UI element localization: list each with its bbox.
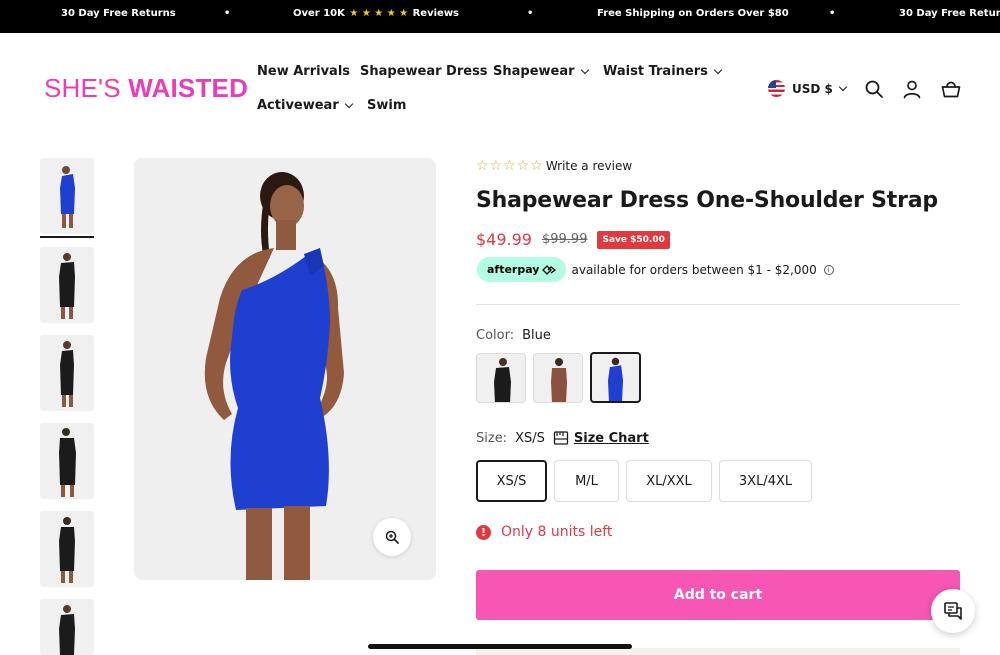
nav-swim[interactable]: Swim — [367, 98, 406, 113]
announcement-reviews: Over 10K ★ ★ ★ ★ ★ Reviews — [293, 0, 459, 27]
nav-label: New Arrivals — [257, 64, 351, 79]
site-logo[interactable]: SHE'S WAISTED — [44, 73, 248, 104]
product-title: Shapewear Dress One-Shoulder Strap — [476, 188, 938, 213]
bottom-banner-edge — [476, 648, 960, 655]
logo-text-bold: WAISTED — [128, 73, 249, 103]
chevron-down-icon — [838, 82, 848, 92]
afterpay-arrows-icon — [542, 264, 557, 275]
nav-shapewear[interactable]: Shapewear — [493, 64, 589, 79]
info-icon[interactable]: i — [823, 264, 834, 275]
nav-label: Activewear — [257, 98, 339, 113]
account-icon[interactable] — [902, 79, 922, 99]
low-stock-notice: ! Only 8 units left — [476, 524, 612, 540]
announcement-separator: • — [829, 8, 836, 19]
sale-price: $49.99 — [476, 230, 532, 249]
cart-icon[interactable] — [941, 79, 961, 99]
color-swatch-brown[interactable] — [533, 353, 583, 403]
empty-star-icon: ☆ — [476, 158, 489, 174]
save-badge: Save $50.00 — [597, 230, 670, 249]
dress-thumbnail-image — [59, 253, 75, 319]
nav-label: Waist Trainers — [603, 64, 708, 79]
color-swatch-black[interactable] — [476, 353, 526, 403]
product-thumbnail-black-back[interactable] — [40, 423, 94, 499]
announcement-returns: 30 Day Free Returns — [61, 8, 176, 19]
chat-button[interactable] — [931, 589, 975, 633]
currency-selector[interactable]: USD $ — [768, 80, 848, 97]
announcement-returns: 30 Day Free Returns — [899, 8, 1000, 19]
empty-star-icon: ☆ — [489, 158, 503, 174]
color-label-row: Color: Blue — [476, 328, 551, 343]
product-thumbnail-blue[interactable] — [40, 158, 94, 234]
size-label: Size: — [476, 430, 508, 446]
thumbnail-selected-indicator — [40, 236, 94, 238]
stock-text: Only 8 units left — [501, 524, 613, 540]
search-icon[interactable] — [864, 79, 884, 99]
ruler-icon — [553, 431, 569, 445]
write-review-link[interactable]: Write a review — [546, 159, 632, 173]
logo-text: SHE'S — [44, 73, 129, 103]
zoom-button[interactable] — [373, 518, 411, 556]
alert-icon: ! — [476, 524, 491, 540]
us-flag-icon — [768, 80, 785, 97]
announcement-reviews-label: Reviews — [412, 8, 460, 19]
size-option-xl-xxl[interactable]: XL/XXL — [626, 460, 712, 502]
dress-thumbnail-image — [60, 166, 75, 228]
announcement-shipping: Free Shipping on Orders Over $80 — [597, 8, 789, 19]
color-value: Blue — [522, 328, 551, 343]
swatch-image — [551, 358, 567, 402]
chevron-down-icon — [344, 99, 353, 109]
color-swatch-blue[interactable] — [590, 352, 641, 403]
color-label: Color: — [476, 328, 515, 343]
size-label-row: Size: XS/S Size Chart — [476, 430, 649, 446]
star-rating-icons: ★ ★ ★ ★ ★ — [349, 8, 409, 19]
afterpay-badge[interactable]: afterpay — [477, 257, 567, 282]
chevron-down-icon — [713, 65, 723, 75]
afterpay-label: afterpay — [487, 263, 540, 276]
product-thumbnail-black-front[interactable] — [40, 247, 94, 323]
afterpay-row: afterpay available for orders between $1… — [477, 257, 834, 282]
dress-thumbnail-image — [60, 341, 74, 407]
nav-label: Shapewear Dress — [360, 64, 488, 79]
product-rating: ☆ ☆ ☆ ☆ ☆ Write a review — [476, 158, 632, 174]
chevron-down-icon — [580, 65, 589, 75]
empty-star-icon: ☆ — [503, 158, 516, 174]
dress-thumbnail-image — [59, 605, 75, 655]
empty-star-icon: ☆ — [516, 158, 530, 174]
currency-label: USD $ — [792, 81, 833, 96]
announcement-separator: • — [527, 8, 534, 19]
compare-price: $99.99 — [541, 232, 588, 247]
add-to-cart-button[interactable]: Add to cart — [476, 570, 960, 620]
nav-label: Swim — [367, 98, 407, 113]
nav-label: Shapewear — [493, 64, 575, 79]
size-chart-label: Size Chart — [573, 430, 649, 446]
nav-waist-trainers[interactable]: Waist Trainers — [603, 64, 723, 79]
size-value: XS/S — [515, 430, 545, 446]
announcement-reviews-count: Over 10K — [293, 8, 345, 19]
home-indicator — [368, 644, 632, 649]
product-thumbnail-black-side[interactable] — [40, 335, 94, 411]
dress-thumbnail-image — [59, 428, 76, 497]
nav-new-arrivals[interactable]: New Arrivals — [257, 64, 350, 79]
nav-shapewear-dress[interactable]: Shapewear Dress — [360, 64, 488, 79]
size-option-xs-s[interactable]: XS/S — [476, 460, 547, 502]
product-thumbnail-black-back-2[interactable] — [40, 511, 94, 587]
nav-activewear[interactable]: Activewear — [257, 98, 353, 113]
empty-star-icon: ☆ — [530, 158, 543, 174]
blue-dress-model-image — [204, 172, 344, 580]
size-option-3xl-4xl[interactable]: 3XL/4XL — [719, 460, 812, 502]
zoom-in-icon — [385, 530, 399, 544]
product-thumbnail-black-front-2[interactable] — [40, 599, 94, 655]
swatch-image — [494, 358, 511, 402]
afterpay-text: available for orders between $1 - $2,000 — [571, 262, 817, 277]
announcement-separator: • — [224, 8, 231, 19]
chat-icon — [944, 602, 962, 620]
price-row: $49.99 $99.99 Save $50.00 — [476, 230, 670, 249]
announcement-bar: 30 Day Free Returns • Over 10K ★ ★ ★ ★ ★… — [0, 0, 1000, 33]
size-option-m-l[interactable]: M/L — [554, 460, 619, 502]
section-divider — [476, 304, 960, 305]
swatch-image — [607, 357, 624, 401]
size-chart-link[interactable]: Size Chart — [553, 430, 649, 446]
product-main-image[interactable] — [134, 158, 436, 580]
dress-thumbnail-image — [59, 517, 75, 583]
